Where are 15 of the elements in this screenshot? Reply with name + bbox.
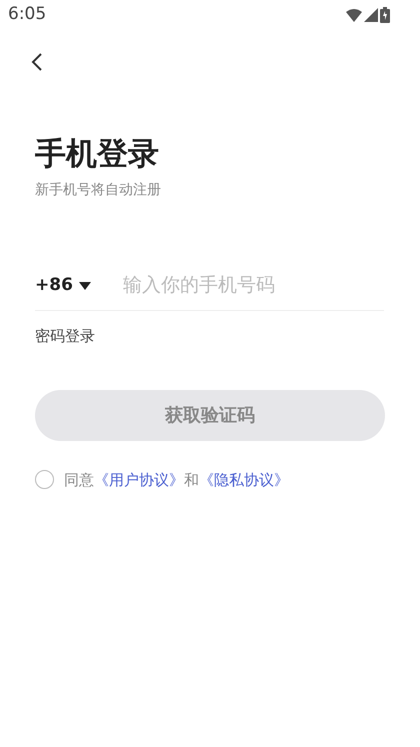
wifi-icon — [346, 8, 362, 22]
subtitle: 新手机号将自动注册 — [35, 181, 162, 200]
country-code-selector[interactable]: +86 — [35, 272, 123, 298]
agreement-link[interactable]: 《用户协议》 — [94, 470, 184, 488]
phone-input-field[interactable]: 输入你的手机号码 — [123, 271, 384, 300]
battery-icon — [380, 7, 390, 23]
status-time: 6:05 — [8, 3, 46, 26]
agreement-link[interactable]: 《隐私协议》 — [199, 470, 289, 488]
dropdown-icon — [78, 282, 91, 290]
page-title: 手机登录 — [35, 135, 160, 174]
agreement-text: 同意《用户协议》和《隐私协议》 — [64, 470, 289, 490]
signal-icon — [364, 8, 378, 22]
agree-checkbox[interactable] — [35, 470, 54, 490]
back-icon — [31, 53, 43, 71]
password-login-link[interactable]: 密码登录 — [35, 325, 385, 348]
